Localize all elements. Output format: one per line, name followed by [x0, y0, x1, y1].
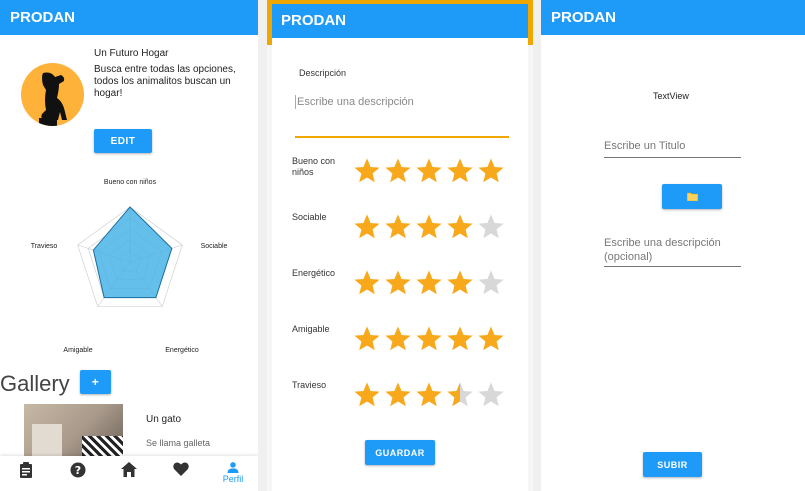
- textview-label: TextView: [653, 91, 689, 101]
- description-underline: [295, 136, 509, 138]
- nav-help[interactable]: ?: [64, 462, 92, 484]
- star-icon[interactable]: [384, 325, 412, 353]
- star-icon[interactable]: [415, 157, 443, 185]
- star-icon[interactable]: [477, 157, 505, 185]
- nav-home[interactable]: [115, 462, 143, 484]
- description-input[interactable]: Escribe una descripción (opcional): [604, 235, 741, 267]
- avatar: [21, 63, 84, 126]
- radar-label-1: Sociable: [201, 243, 228, 250]
- title-input[interactable]: Escribe un Titulo: [604, 138, 741, 158]
- star-icon[interactable]: [446, 157, 474, 185]
- star-icon[interactable]: [477, 213, 505, 241]
- screen-separator: [533, 0, 541, 491]
- heart-icon: [173, 462, 189, 476]
- app-bar: PRODAN: [272, 4, 528, 38]
- star-icon[interactable]: [415, 325, 443, 353]
- edit-button[interactable]: EDIT: [94, 129, 152, 153]
- gallery-item-title: Un gato: [146, 414, 182, 425]
- star-icon[interactable]: [446, 213, 474, 241]
- description-placeholder: Escribe una descripción (opcional): [604, 237, 721, 263]
- add-gallery-button[interactable]: +: [80, 370, 111, 394]
- nav-profile[interactable]: Perfil: [219, 462, 247, 484]
- star-icon[interactable]: [477, 381, 505, 409]
- star-icon[interactable]: [384, 157, 412, 185]
- star-icon[interactable]: [384, 213, 412, 241]
- person-icon: [227, 462, 239, 473]
- star-icon[interactable]: [353, 381, 381, 409]
- star-icon[interactable]: [477, 269, 505, 297]
- radar-label-3: Amigable: [63, 347, 92, 354]
- description-label: Descripción: [299, 68, 347, 78]
- title-placeholder: Escribe un Titulo: [604, 140, 686, 152]
- star-icon[interactable]: [415, 381, 443, 409]
- rating-bar[interactable]: [353, 325, 505, 353]
- app-bar: PRODAN: [0, 0, 258, 35]
- text-cursor: [295, 95, 296, 109]
- star-icon[interactable]: [353, 269, 381, 297]
- radar-series: [92, 206, 173, 299]
- radar-label-2: Energético: [165, 347, 199, 354]
- app-title: PRODAN: [281, 12, 347, 29]
- star-icon[interactable]: [446, 269, 474, 297]
- star-icon[interactable]: [384, 269, 412, 297]
- clipboard-icon: [20, 462, 32, 478]
- star-icon[interactable]: [384, 381, 412, 409]
- dog-silhouette-icon: [39, 72, 67, 126]
- rating-label: Bueno con niños: [292, 156, 336, 177]
- gallery-item-description: Se llama galleta: [146, 438, 211, 448]
- rating-label: Amigable: [292, 324, 330, 334]
- rating-card: Descripción Escribe una descripción Buen…: [272, 38, 528, 491]
- profile-description: Busca entre todas las opciones, todos lo…: [94, 64, 236, 99]
- star-icon[interactable]: [353, 213, 381, 241]
- description-underline: [604, 266, 741, 267]
- upload-button[interactable]: SUBIR: [643, 452, 702, 477]
- svg-text:?: ?: [75, 464, 81, 477]
- rating-label: Travieso: [292, 380, 327, 390]
- rating-bar[interactable]: [353, 157, 505, 185]
- pick-file-button[interactable]: [662, 184, 722, 209]
- screen-separator: [258, 0, 267, 491]
- gallery-title: Gallery: [0, 371, 70, 396]
- nav-favorites[interactable]: [167, 462, 195, 484]
- radar-label-4: Travieso: [31, 243, 58, 250]
- profile-name: Un Futuro Hogar: [94, 48, 169, 59]
- star-icon[interactable]: [446, 325, 474, 353]
- star-icon[interactable]: [353, 157, 381, 185]
- folder-icon: [686, 192, 698, 201]
- rating-label: Sociable: [292, 212, 327, 222]
- radar-label-0: Bueno con niños: [104, 179, 157, 186]
- gallery-item[interactable]: Un gato Se llama galleta: [24, 404, 258, 456]
- star-icon[interactable]: [353, 325, 381, 353]
- nav-clipboard[interactable]: [12, 462, 40, 484]
- radar-chart: Bueno con niños Sociable Energético Amig…: [31, 179, 228, 354]
- description-input[interactable]: Escribe una descripción: [295, 92, 509, 138]
- upload-screen: PRODAN TextView Escribe un Titulo Escrib…: [541, 0, 805, 491]
- home-icon: [121, 462, 137, 477]
- app-title: PRODAN: [10, 9, 76, 26]
- nav-profile-label: Perfil: [222, 474, 244, 484]
- description-placeholder: Escribe una descripción: [297, 96, 414, 108]
- save-button[interactable]: GUARDAR: [365, 440, 435, 465]
- rating-bar[interactable]: [353, 269, 505, 297]
- app-bar: PRODAN: [541, 0, 805, 35]
- rating-bar[interactable]: [353, 213, 505, 241]
- rating-bar[interactable]: [353, 381, 505, 409]
- star-icon[interactable]: [446, 381, 474, 409]
- star-icon[interactable]: [415, 269, 443, 297]
- profile-screen: PRODAN Un Futuro Hogar Busca entre todas…: [0, 0, 258, 491]
- star-icon[interactable]: [415, 213, 443, 241]
- rating-screen: PRODAN Descripción Escribe una descripci…: [267, 0, 533, 491]
- gallery-image: [24, 404, 123, 456]
- rating-label: Energético: [292, 268, 336, 278]
- app-title: PRODAN: [551, 9, 617, 26]
- help-icon: ?: [70, 462, 86, 478]
- star-icon[interactable]: [477, 325, 505, 353]
- title-underline: [604, 157, 741, 158]
